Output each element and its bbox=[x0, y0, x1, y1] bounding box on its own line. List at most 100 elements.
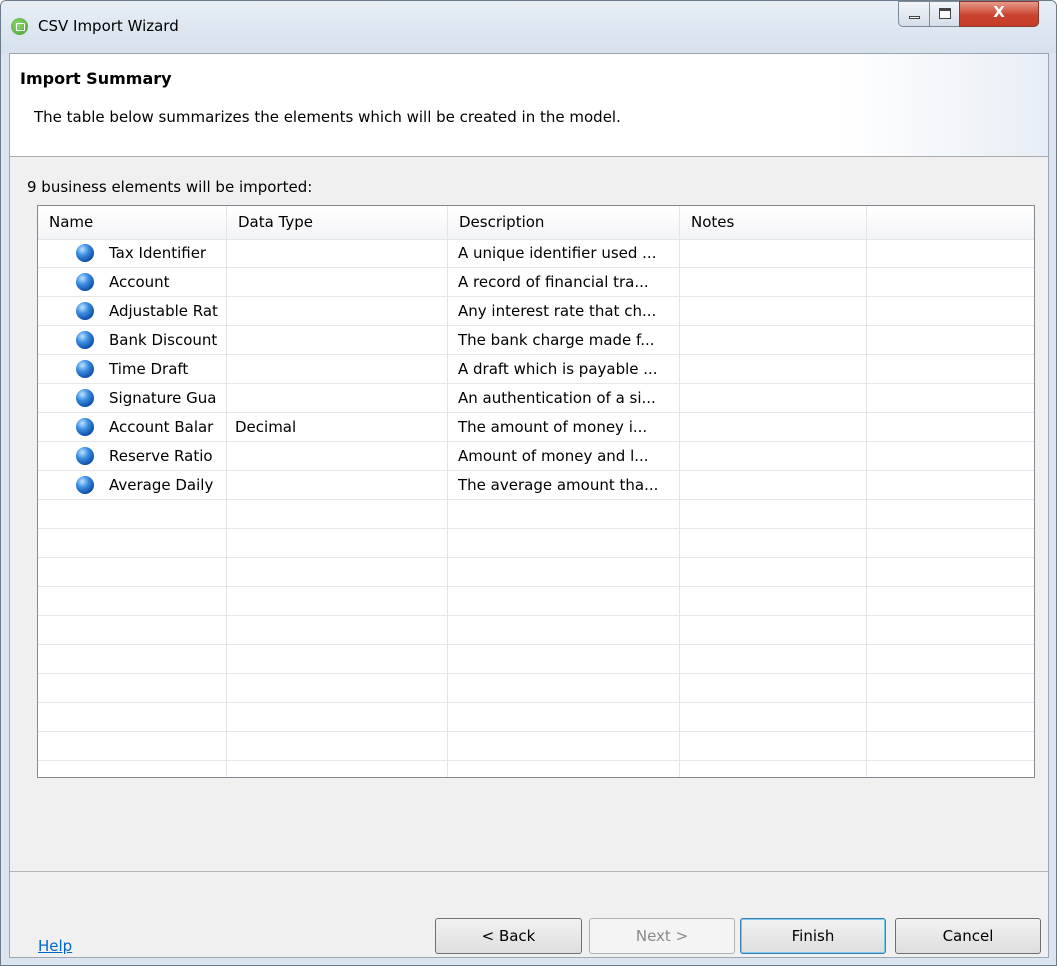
empty-table-row bbox=[38, 500, 1034, 529]
name-cell: Signature Gua bbox=[76, 384, 227, 412]
empty-table-row bbox=[38, 674, 1034, 703]
data-type-cell bbox=[227, 268, 448, 296]
minimize-icon bbox=[909, 16, 920, 19]
help-link[interactable]: Help bbox=[38, 937, 72, 955]
maximize-button[interactable] bbox=[929, 1, 960, 27]
name-cell: Bank Discount bbox=[76, 326, 227, 354]
table-row[interactable]: Bank Discount The bank charge made f... bbox=[38, 326, 1034, 355]
wizard-header: Import Summary The table below summarize… bbox=[10, 54, 1048, 157]
empty-table-row bbox=[38, 587, 1034, 616]
table-row[interactable]: Account Balar Decimal The amount of money … bbox=[38, 413, 1034, 442]
notes-cell bbox=[680, 413, 867, 441]
notes-cell bbox=[680, 442, 867, 470]
column-header-name[interactable]: Name bbox=[38, 206, 227, 239]
business-element-icon bbox=[76, 360, 94, 378]
description-cell: Any interest rate that ch... bbox=[458, 302, 657, 320]
empty-table-row bbox=[38, 645, 1034, 674]
table-row[interactable]: Reserve Ratio Amount of money and l... bbox=[38, 442, 1034, 471]
notes-cell bbox=[680, 239, 867, 267]
table-row[interactable]: Tax Identifier A unique identifier used .… bbox=[38, 239, 1034, 268]
column-header-notes[interactable]: Notes bbox=[680, 206, 867, 239]
data-type-cell: Decimal bbox=[235, 418, 297, 436]
app-icon bbox=[11, 18, 28, 35]
data-type-cell bbox=[227, 355, 448, 383]
element-name: Tax Identifier bbox=[109, 244, 207, 262]
empty-table-row bbox=[38, 732, 1034, 761]
maximize-icon bbox=[939, 8, 951, 19]
business-element-icon bbox=[76, 302, 94, 320]
cancel-button[interactable]: Cancel bbox=[895, 918, 1041, 954]
csv-import-wizard-window: CSV Import Wizard X Import Summary The t… bbox=[0, 0, 1057, 966]
business-element-icon bbox=[76, 244, 94, 262]
notes-cell bbox=[680, 297, 867, 325]
description-cell: A record of financial tra... bbox=[458, 273, 649, 291]
business-element-icon bbox=[76, 418, 94, 436]
name-cell: Adjustable Rat bbox=[76, 297, 227, 325]
empty-table-row bbox=[38, 703, 1034, 732]
notes-cell bbox=[680, 471, 867, 499]
name-cell: Average Daily bbox=[76, 471, 227, 499]
element-name: Adjustable Rat bbox=[109, 302, 218, 320]
description-cell: The amount of money i... bbox=[458, 418, 648, 436]
business-element-icon bbox=[76, 447, 94, 465]
table-row[interactable]: Time Draft A draft which is payable ... bbox=[38, 355, 1034, 384]
element-name: Account Balar bbox=[109, 418, 214, 436]
empty-table-row bbox=[38, 616, 1034, 645]
column-header-data-type[interactable]: Data Type bbox=[227, 206, 448, 239]
name-cell: Account bbox=[76, 268, 227, 296]
element-name: Reserve Ratio bbox=[109, 447, 213, 465]
empty-table-row bbox=[38, 558, 1034, 587]
name-cell: Reserve Ratio bbox=[76, 442, 227, 470]
notes-cell bbox=[680, 268, 867, 296]
element-name: Signature Gua bbox=[109, 389, 217, 407]
footer-divider bbox=[10, 871, 1048, 872]
table-row[interactable]: Signature Gua An authentication of a si..… bbox=[38, 384, 1034, 413]
description-cell: The bank charge made f... bbox=[458, 331, 655, 349]
notes-cell bbox=[680, 384, 867, 412]
data-type-cell bbox=[227, 297, 448, 325]
column-header-description[interactable]: Description bbox=[448, 206, 680, 239]
page-description: The table below summarizes the elements … bbox=[34, 108, 621, 126]
table-header: Name Data Type Description Notes bbox=[38, 206, 1034, 240]
element-name: Account bbox=[109, 273, 170, 291]
element-name: Average Daily bbox=[109, 476, 214, 494]
close-button[interactable]: X bbox=[959, 1, 1039, 27]
title-bar[interactable]: CSV Import Wizard X bbox=[1, 1, 1056, 53]
business-element-icon bbox=[76, 273, 94, 291]
data-type-cell bbox=[227, 471, 448, 499]
close-icon: X bbox=[993, 3, 1005, 21]
empty-table-row bbox=[38, 529, 1034, 558]
data-type-cell bbox=[227, 384, 448, 412]
notes-cell bbox=[680, 326, 867, 354]
business-element-icon bbox=[76, 331, 94, 349]
table-row[interactable]: Average Daily The average amount tha... bbox=[38, 471, 1034, 500]
finish-button[interactable]: Finish bbox=[740, 918, 886, 954]
wizard-content: Import Summary The table below summarize… bbox=[9, 53, 1049, 958]
description-cell: An authentication of a si... bbox=[458, 389, 656, 407]
import-count-label: 9 business elements will be imported: bbox=[27, 178, 313, 196]
table-row[interactable]: Adjustable Rat Any interest rate that ch.… bbox=[38, 297, 1034, 326]
name-cell: Tax Identifier bbox=[76, 239, 227, 267]
description-cell: A unique identifier used ... bbox=[458, 244, 657, 262]
description-cell: A draft which is payable ... bbox=[458, 360, 658, 378]
window-title: CSV Import Wizard bbox=[38, 17, 179, 35]
data-type-cell bbox=[227, 442, 448, 470]
element-name: Time Draft bbox=[109, 360, 189, 378]
next-button[interactable]: Next > bbox=[589, 918, 735, 954]
description-cell: The average amount tha... bbox=[458, 476, 659, 494]
name-cell: Time Draft bbox=[76, 355, 227, 383]
back-button[interactable]: < Back bbox=[435, 918, 582, 954]
column-header-filler bbox=[867, 206, 1034, 239]
import-summary-table[interactable]: Name Data Type Description Notes Tax Ide… bbox=[37, 205, 1035, 778]
business-element-icon bbox=[76, 389, 94, 407]
business-element-icon bbox=[76, 476, 94, 494]
data-type-cell bbox=[227, 326, 448, 354]
data-type-cell bbox=[227, 239, 448, 267]
minimize-button[interactable] bbox=[898, 1, 930, 27]
table-row[interactable]: Account A record of financial tra... bbox=[38, 268, 1034, 297]
description-cell: Amount of money and l... bbox=[458, 447, 649, 465]
element-name: Bank Discount bbox=[109, 331, 218, 349]
page-title: Import Summary bbox=[20, 69, 172, 88]
name-cell: Account Balar bbox=[76, 413, 227, 441]
notes-cell bbox=[680, 355, 867, 383]
